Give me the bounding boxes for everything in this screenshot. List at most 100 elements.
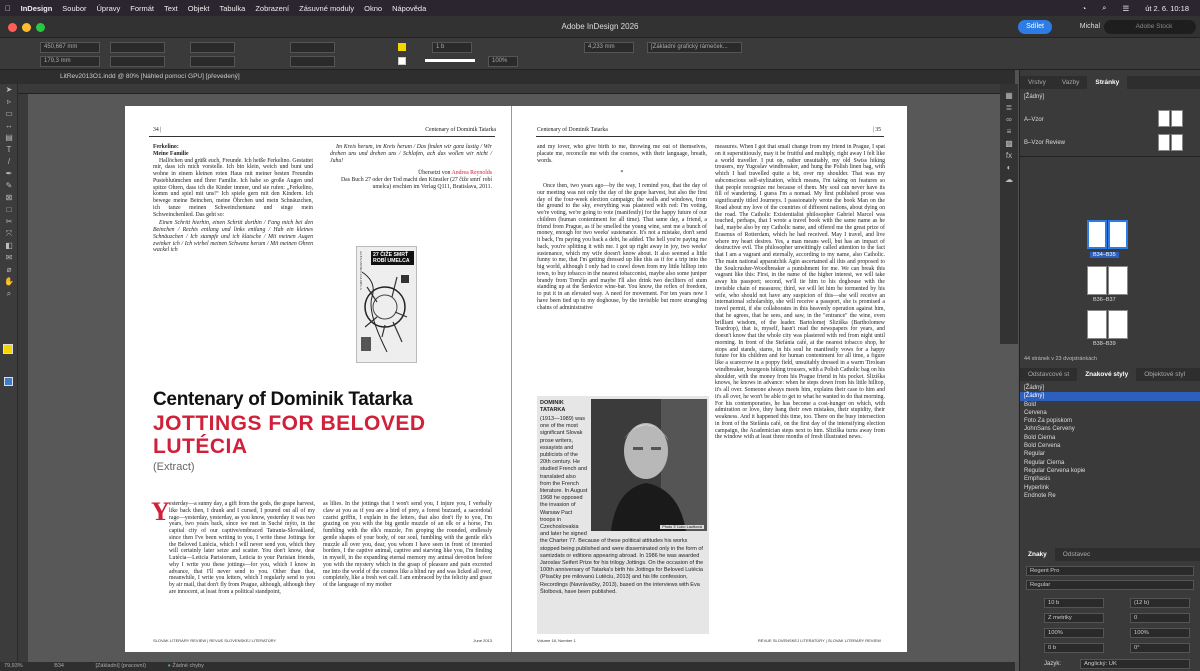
content-collector-icon[interactable]: ▤ — [0, 132, 18, 144]
layers-panel-icon[interactable]: ≣ — [1000, 102, 1018, 114]
tracking-field[interactable]: 0 — [1130, 613, 1190, 623]
spread-b36-right[interactable] — [1108, 266, 1128, 295]
corner-size-field[interactable]: 4,233 mm — [584, 42, 634, 53]
spread-b36-label[interactable]: B36–B37 — [1093, 297, 1116, 303]
tab-odstavec[interactable]: Odstavec — [1055, 548, 1098, 561]
style-item[interactable]: Regular Cervena kopie — [1020, 467, 1200, 475]
gradient-panel-icon[interactable]: ◐ — [1000, 162, 1018, 174]
x-position-field[interactable]: 450,667 mm — [40, 42, 100, 53]
menu-soubor[interactable]: Soubor — [62, 4, 86, 13]
master-a-thumb-right[interactable] — [1171, 110, 1183, 127]
style-item[interactable]: JohnSans Cerveny — [1020, 425, 1200, 433]
style-item[interactable]: Foto Za popiskom — [1020, 417, 1200, 425]
share-button[interactable]: Sdílet — [1018, 20, 1052, 34]
line-tool-icon[interactable]: / — [0, 156, 18, 168]
master-b-thumb-left[interactable] — [1158, 134, 1170, 151]
wifi-icon[interactable]: ◔ — [1082, 4, 1087, 13]
master-b-thumb-right[interactable] — [1171, 134, 1183, 151]
type-tool-icon[interactable]: T — [0, 144, 18, 156]
hand-tool-icon[interactable]: ✋ — [0, 276, 18, 288]
adobe-stock-search[interactable]: Adobe Stock — [1104, 20, 1196, 34]
language-select[interactable]: Anglický: UK — [1080, 659, 1190, 669]
left-page[interactable]: 34 | Centenary of Dominik Tatarka Ferkel… — [125, 106, 520, 652]
font-family-select[interactable]: Regent Pro — [1026, 566, 1194, 576]
object-style-select[interactable]: [Základní grafický rámeček... — [647, 42, 742, 53]
spread-b36-left[interactable] — [1087, 266, 1107, 295]
rotate-field[interactable] — [290, 42, 335, 53]
tab-znaky[interactable]: Znaky — [1020, 548, 1055, 561]
zoom-window-icon[interactable] — [36, 23, 45, 32]
spread-b38-right[interactable] — [1108, 310, 1128, 339]
font-size-field[interactable]: 10 b — [1044, 598, 1104, 608]
zoom-level[interactable]: 79,93% — [4, 663, 23, 669]
links-panel-icon[interactable]: ∞ — [1000, 114, 1018, 126]
style-item[interactable]: Emphasis — [1020, 475, 1200, 483]
pasteboard[interactable]: 34 | Centenary of Dominik Tatarka Ferkel… — [28, 94, 1018, 662]
spread-b34-label[interactable]: B34–B35 — [1090, 252, 1119, 258]
spread-b38-left[interactable] — [1087, 310, 1107, 339]
menu-tabulka[interactable]: Tabulka — [219, 4, 245, 13]
horizontal-scale-field[interactable]: 100% — [1130, 628, 1190, 638]
shear-field[interactable] — [290, 56, 335, 67]
selection-tool-icon[interactable]: ➤ — [0, 84, 18, 96]
preflight-profile[interactable]: [Základní] (pracovní) — [96, 663, 146, 669]
cc-libraries-icon[interactable]: ☁ — [1000, 174, 1018, 186]
scale-y-field[interactable] — [190, 56, 235, 67]
spread-b38-label[interactable]: B38–B39 — [1093, 341, 1116, 347]
control-center-icon[interactable]: ☰ — [1122, 4, 1129, 13]
baseline-shift-field[interactable]: 0 b — [1044, 643, 1104, 653]
menu-zasuvne-moduly[interactable]: Zásuvné moduly — [299, 4, 354, 13]
master-none[interactable]: [Žádný] — [1024, 94, 1044, 100]
tab-character-styles[interactable]: Znakové styly — [1077, 368, 1137, 381]
spread-b34-right[interactable] — [1108, 220, 1128, 249]
pages-panel-icon[interactable]: ▦ — [1000, 90, 1018, 102]
fill-color-icon[interactable] — [3, 344, 13, 354]
menu-objekt[interactable]: Objekt — [188, 4, 210, 13]
height-field[interactable] — [110, 56, 165, 67]
vertical-scale-field[interactable]: 100% — [1044, 628, 1104, 638]
tab-object-styles[interactable]: Objektové styl — [1136, 368, 1193, 381]
document-tab[interactable]: LitRev2013O1.indd @ 80% [Náhled pomocí G… — [60, 73, 240, 80]
style-item[interactable]: Endnote Re — [1020, 492, 1200, 500]
gap-tool-icon[interactable]: ↔ — [0, 120, 18, 132]
menu-zobrazeni[interactable]: Zobrazení — [255, 4, 289, 13]
zoom-tool-icon[interactable]: ⌕ — [0, 288, 18, 300]
stroke-swatch[interactable] — [398, 57, 406, 65]
skew-field[interactable]: 0° — [1130, 643, 1190, 653]
menu-okno[interactable]: Okno — [364, 4, 382, 13]
gradient-tool-icon[interactable]: ◧ — [0, 240, 18, 252]
leading-field[interactable]: (12 b) — [1130, 598, 1190, 608]
note-tool-icon[interactable]: ✉ — [0, 252, 18, 264]
y-position-field[interactable]: 179,3 mm — [40, 56, 100, 67]
kerning-field[interactable]: Z metriky — [1044, 613, 1104, 623]
menu-format[interactable]: Formát — [130, 4, 154, 13]
minimize-window-icon[interactable] — [22, 23, 31, 32]
style-item[interactable]: Cervena — [1020, 409, 1200, 417]
menu-upravy[interactable]: Úpravy — [96, 4, 120, 13]
style-item[interactable]: Bold Cierna — [1020, 434, 1200, 442]
font-style-select[interactable]: Regular — [1026, 580, 1194, 590]
current-page[interactable]: B34 — [54, 663, 64, 669]
tab-vazby[interactable]: Vazby — [1054, 76, 1088, 89]
tab-vrstvy[interactable]: Vrstvy — [1020, 76, 1054, 89]
book-cover-image[interactable]: 27 ČIŽE SMRŤ ROBÍ UMELCA ALEXANDRA SALME… — [356, 246, 417, 363]
swatches-panel-icon[interactable]: ▩ — [1000, 138, 1018, 150]
right-page[interactable]: Centenary of Dominik Tatarka | 35 and my… — [511, 106, 907, 652]
spread-b34-left[interactable] — [1087, 220, 1107, 249]
vertical-ruler[interactable] — [18, 94, 28, 664]
opacity-field[interactable]: 100% — [488, 56, 518, 67]
master-a-label[interactable]: A–Vzor — [1024, 117, 1044, 123]
style-item[interactable]: [Žádný] — [1020, 384, 1200, 392]
style-item[interactable]: Bold — [1020, 401, 1200, 409]
clock-text[interactable]: út 2. 6. 10:18 — [1145, 4, 1189, 13]
user-menu[interactable]: Michal — [1080, 16, 1100, 38]
apple-icon[interactable]:  — [5, 4, 11, 13]
pencil-tool-icon[interactable]: ✎ — [0, 180, 18, 192]
transform-tool-icon[interactable]: ⤧ — [0, 228, 18, 240]
frame-tool-icon[interactable]: ⊠ — [0, 192, 18, 204]
style-item[interactable]: Hyperlink — [1020, 484, 1200, 492]
style-item[interactable]: Bold Cervena — [1020, 442, 1200, 450]
master-a-thumb-left[interactable] — [1158, 110, 1170, 127]
horizontal-ruler[interactable] — [18, 84, 1018, 94]
page-tool-icon[interactable]: ▭ — [0, 108, 18, 120]
